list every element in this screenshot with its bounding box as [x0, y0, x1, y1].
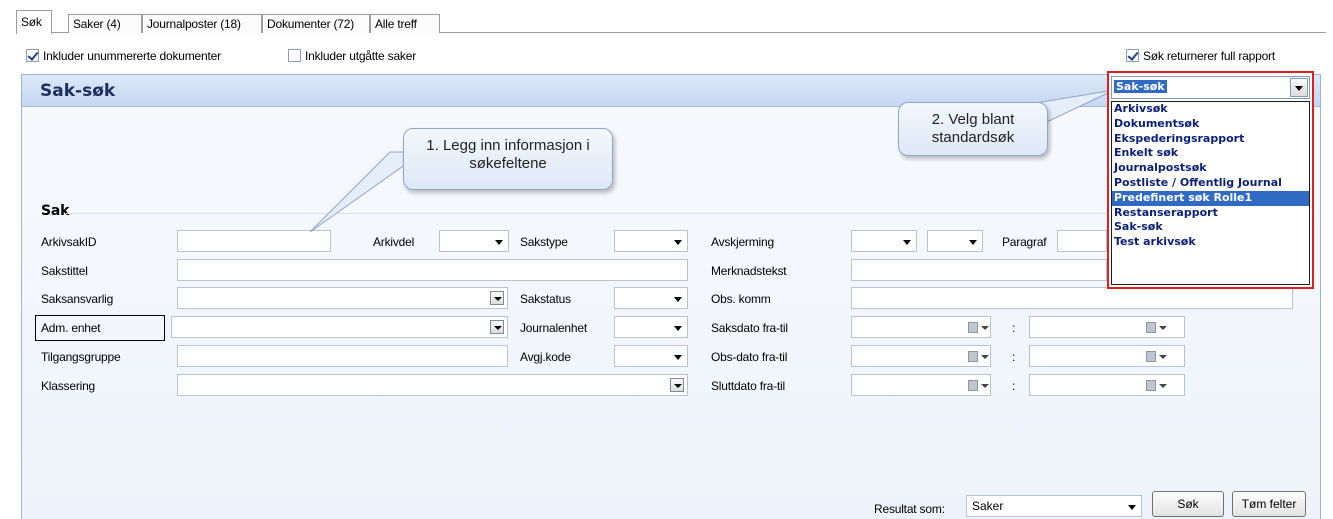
- calendar-icon[interactable]: [968, 380, 990, 392]
- chevron-down-icon[interactable]: [1290, 78, 1308, 97]
- include-expired-label: Inkluder utgåtte saker: [305, 48, 417, 63]
- label-sakstatus: Sakstatus: [520, 292, 571, 306]
- search-type-option[interactable]: Journalpostsøk: [1112, 161, 1309, 176]
- avskjerming-select[interactable]: [851, 230, 917, 252]
- calendar-icon[interactable]: [1146, 322, 1168, 334]
- section-heading-sak: Sak: [41, 203, 70, 219]
- chevron-down-icon: [1124, 499, 1138, 513]
- search-type-option[interactable]: Dokumentsøk: [1112, 117, 1309, 132]
- obs-komm-input[interactable]: [851, 287, 1293, 309]
- search-type-option[interactable]: Predefinert søk Rolle1: [1112, 190, 1309, 206]
- include-unnumbered-checkbox[interactable]: [26, 49, 39, 63]
- search-type-selected: Sak-søk: [1114, 80, 1167, 93]
- sluttdato-to-input[interactable]: [1029, 374, 1185, 396]
- chevron-down-icon: [670, 320, 684, 334]
- result-as-value: Saker: [972, 499, 1004, 513]
- label-klassering: Klassering: [41, 379, 96, 393]
- full-report-option[interactable]: Søk returnerer full rapport: [1126, 48, 1275, 63]
- tab-alle-treff[interactable]: Alle treff: [370, 14, 440, 33]
- callout-two-text: 2. Velg blant standardsøk: [931, 111, 1015, 146]
- arkivdel-select[interactable]: [439, 230, 509, 252]
- label-sakstittel: Sakstittel: [41, 264, 88, 278]
- calendar-icon[interactable]: [1146, 380, 1168, 392]
- include-unnumbered-option[interactable]: Inkluder unummererte dokumenter: [26, 48, 221, 63]
- label-result-as: Resultat som:: [874, 502, 945, 516]
- chevron-down-icon: [670, 378, 684, 392]
- label-paragraf: Paragraf: [1002, 235, 1047, 249]
- obs-dato-to-input[interactable]: [1029, 345, 1185, 367]
- search-type-option[interactable]: Postliste / Offentlig Journal: [1112, 176, 1309, 191]
- chevron-down-icon: [670, 291, 684, 305]
- calendar-icon[interactable]: [1146, 351, 1168, 363]
- label-arkivsakid: ArkivsakID: [41, 235, 97, 249]
- chevron-down-icon: [490, 291, 504, 305]
- search-type-select[interactable]: Sak-søk: [1111, 76, 1310, 99]
- search-type-option[interactable]: Test arkivsøk: [1112, 235, 1309, 250]
- include-expired-checkbox[interactable]: [288, 49, 301, 63]
- sluttdato-separator: :: [1012, 379, 1016, 393]
- sluttdato-from-input[interactable]: [851, 374, 991, 396]
- search-type-option[interactable]: Restanserapport: [1112, 206, 1309, 221]
- search-button[interactable]: Søk: [1152, 491, 1224, 517]
- journalenhet-select[interactable]: [614, 316, 688, 338]
- sakstype-select[interactable]: [614, 230, 688, 252]
- calendar-icon[interactable]: [968, 351, 990, 363]
- result-tabs: Søk Saker (4) Journalposter (18) Dokumen…: [16, 10, 1326, 34]
- obs-dato-from-input[interactable]: [851, 345, 991, 367]
- avskjerming-level-select[interactable]: [927, 230, 983, 252]
- label-sakstype: Sakstype: [520, 235, 568, 249]
- label-obs-komm: Obs. komm: [711, 292, 771, 306]
- chevron-down-icon: [670, 349, 684, 363]
- merknadstekst-input[interactable]: [851, 259, 1107, 281]
- chevron-down-icon: [899, 234, 913, 248]
- search-type-dropdown: Sak-søk Arkivsøk Dokumentsøk Ekspedering…: [1107, 71, 1314, 289]
- tilgangsgruppe-input[interactable]: [177, 345, 508, 367]
- label-merknadstekst: Merknadstekst: [711, 264, 787, 278]
- include-unnumbered-label: Inkluder unummererte dokumenter: [43, 48, 221, 63]
- chevron-down-icon: [491, 234, 505, 248]
- label-obs-dato: Obs-dato fra-til: [711, 350, 788, 364]
- search-type-option[interactable]: Sak-søk: [1112, 220, 1309, 235]
- label-adm-enhet: Adm. enhet: [41, 321, 101, 335]
- callout-one-text: 1. Legg inn informasjon i søkefeltene: [426, 137, 590, 172]
- chevron-down-icon: [670, 234, 684, 248]
- saksdato-from-input[interactable]: [851, 316, 991, 338]
- clear-fields-button[interactable]: Tøm felter: [1232, 491, 1306, 517]
- search-type-options: Arkivsøk Dokumentsøk Ekspederingsrapport…: [1111, 101, 1310, 285]
- tab-sok[interactable]: Søk: [16, 10, 52, 34]
- avgj-kode-select[interactable]: [614, 345, 688, 367]
- sakstittel-input[interactable]: [177, 259, 688, 281]
- sakstatus-select[interactable]: [614, 287, 688, 309]
- saksansvarlig-select[interactable]: [177, 287, 508, 309]
- chevron-down-icon: [490, 320, 504, 334]
- search-type-option[interactable]: Arkivsøk: [1112, 102, 1309, 117]
- paragraf-input[interactable]: [1057, 230, 1107, 252]
- callout-one: 1. Legg inn informasjon i søkefeltene: [403, 128, 613, 190]
- adm-enhet-select[interactable]: [171, 316, 508, 338]
- callout-two: 2. Velg blant standardsøk: [898, 102, 1048, 156]
- panel-title: Sak-søk: [40, 81, 116, 101]
- chevron-down-icon: [965, 234, 979, 248]
- full-report-label: Søk returnerer full rapport: [1143, 48, 1275, 63]
- label-avskjerming: Avskjerming: [711, 235, 774, 249]
- search-type-option[interactable]: Ekspederingsrapport: [1112, 132, 1309, 147]
- klassering-select[interactable]: [177, 374, 688, 396]
- label-journalenhet: Journalenhet: [520, 321, 587, 335]
- include-expired-option[interactable]: Inkluder utgåtte saker: [288, 48, 416, 63]
- tab-journalposter[interactable]: Journalposter (18): [142, 14, 262, 33]
- label-tilgangsgruppe: Tilgangsgruppe: [41, 350, 121, 364]
- saksdato-to-input[interactable]: [1029, 316, 1185, 338]
- tab-dokumenter[interactable]: Dokumenter (72): [262, 14, 370, 33]
- label-saksansvarlig: Saksansvarlig: [41, 292, 114, 306]
- label-saksdato: Saksdato fra-til: [711, 321, 788, 335]
- search-type-option[interactable]: Enkelt søk: [1112, 146, 1309, 161]
- full-report-checkbox[interactable]: [1126, 49, 1139, 63]
- result-as-select[interactable]: Saker: [966, 495, 1142, 517]
- calendar-icon[interactable]: [968, 322, 990, 334]
- label-avgj-kode: Avgj.kode: [520, 350, 571, 364]
- obs-dato-separator: :: [1012, 350, 1016, 364]
- label-sluttdato: Sluttdato fra-til: [711, 379, 785, 393]
- tab-saker[interactable]: Saker (4): [68, 14, 142, 33]
- saksdato-separator: :: [1012, 321, 1016, 335]
